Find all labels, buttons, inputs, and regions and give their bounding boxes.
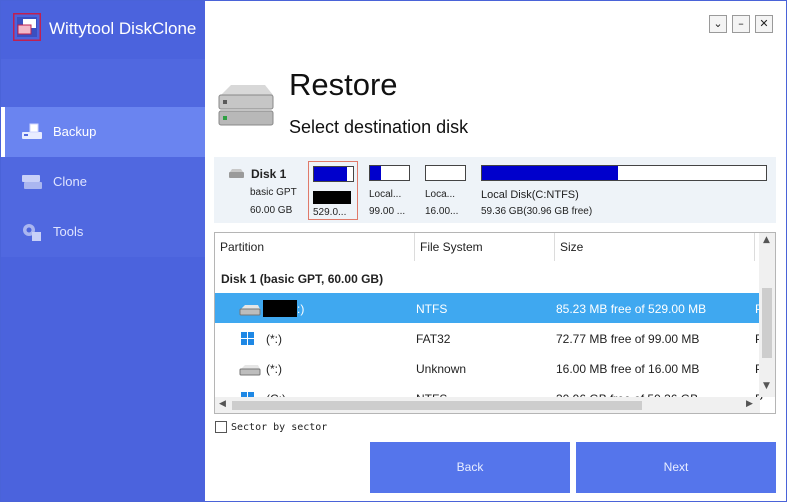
partition-size: 529.0... — [313, 207, 347, 218]
brand: Wittytool DiskClone — [1, 1, 205, 59]
partition-label: Local... — [369, 189, 402, 200]
app-title: Wittytool DiskClone — [49, 19, 197, 38]
table-header: Partition File System Size — [215, 233, 760, 261]
partition-block[interactable]: Local... 99.00 ... — [365, 161, 413, 220]
disk-info: Disk 1 basic GPT 60.00 GB — [214, 157, 306, 223]
partition-size: 99.00 ... — [369, 206, 406, 217]
partition-usage-bar — [425, 165, 466, 181]
horizontal-scrollbar[interactable]: ◀ ▶ — [215, 397, 760, 413]
scroll-down-icon[interactable]: ▼ — [763, 381, 770, 391]
redacted-label — [313, 191, 351, 204]
app-logo-icon — [13, 13, 41, 41]
sidebar-item-clone[interactable]: Clone — [1, 157, 205, 207]
partition-block[interactable]: Local Disk(C:NTFS) 59.36 GB(30.96 GB fre… — [477, 161, 770, 220]
partition-table: Partition File System Size Disk 1 (basic… — [214, 232, 776, 414]
partition-label: Local Disk(C:NTFS) — [481, 189, 579, 201]
scroll-left-icon[interactable]: ◀ — [219, 399, 226, 409]
partition-size: 59.36 GB(30.96 GB free) — [481, 206, 593, 217]
partition-block[interactable]: 529.0... — [308, 161, 358, 220]
drive-icon — [239, 365, 261, 376]
backup-icon — [22, 123, 42, 139]
sidebar-item-label: Backup — [53, 124, 97, 139]
column-header-file-system[interactable]: File System — [415, 233, 555, 261]
vertical-scrollbar[interactable]: ▲ ▼ — [759, 233, 775, 397]
partition-name: :) — [297, 302, 305, 316]
windows-icon — [241, 332, 254, 345]
restore-button[interactable]: ⌄ — [709, 15, 727, 33]
partition-name: (*:) — [266, 362, 282, 376]
table-row[interactable]: (*:) Unknown 16.00 MB free of 16.00 MB P — [215, 353, 763, 383]
close-button[interactable]: ✕ — [755, 15, 773, 33]
sector-by-sector-checkbox[interactable] — [215, 421, 227, 433]
partition-usage-bar — [369, 165, 410, 181]
column-header-size[interactable]: Size — [555, 233, 755, 261]
partition-name: (*:) — [266, 332, 282, 346]
file-system: FAT32 — [416, 332, 451, 346]
table-row[interactable]: (*:) FAT32 72.77 MB free of 99.00 MB P — [215, 323, 763, 353]
partition-usage-bar — [481, 165, 767, 181]
sidebar-lower-panel — [1, 257, 205, 501]
sidebar-item-tools[interactable]: Tools — [1, 207, 205, 257]
scroll-up-icon[interactable]: ▲ — [763, 235, 770, 245]
partition-size: 16.00... — [425, 206, 459, 217]
back-button[interactable]: Back — [370, 442, 570, 493]
partition-usage-bar — [313, 166, 354, 182]
column-header-partition[interactable]: Partition — [215, 233, 415, 261]
app-window: Wittytool DiskClone Backup Clone Tools ⌄… — [0, 0, 787, 502]
size-info: 16.00 MB free of 16.00 MB — [556, 362, 700, 376]
tools-icon — [23, 224, 41, 241]
file-system: Unknown — [416, 362, 467, 376]
disk-size: 60.00 GB — [250, 205, 293, 216]
horizontal-scroll-thumb[interactable] — [232, 401, 642, 410]
sector-by-sector-label: Sector by sector — [231, 422, 328, 433]
sidebar-item-label: Tools — [53, 224, 84, 239]
table-row[interactable]: :) NTFS 85.23 MB free of 529.00 MB P — [215, 293, 763, 323]
partition-block[interactable]: Loca... 16.00... — [421, 161, 469, 220]
scroll-right-icon[interactable]: ▶ — [746, 399, 753, 409]
clone-icon — [22, 175, 42, 189]
sidebar-item-backup[interactable]: Backup — [1, 107, 205, 157]
drive-icon — [239, 305, 261, 316]
restore-disk-icon — [218, 85, 274, 126]
size-info: 72.77 MB free of 99.00 MB — [556, 332, 700, 346]
partition-label: Loca... — [425, 189, 456, 200]
disk-group-header: Disk 1 (basic GPT, 60.00 GB) — [221, 272, 384, 286]
page-title: Restore — [289, 67, 398, 102]
page-subtitle: Select destination disk — [289, 117, 469, 137]
sidebar-item-label: Clone — [53, 174, 87, 189]
disk-type: basic GPT — [250, 187, 297, 198]
disk-name: Disk 1 — [251, 167, 287, 181]
disk-icon — [229, 169, 244, 178]
minimize-button[interactable]: – — [732, 15, 750, 33]
size-info: 85.23 MB free of 529.00 MB — [556, 302, 707, 316]
file-system: NTFS — [416, 302, 448, 316]
vertical-scroll-thumb[interactable] — [762, 288, 772, 358]
sidebar: Wittytool DiskClone Backup Clone Tools — [1, 1, 205, 501]
next-button[interactable]: Next — [576, 442, 776, 493]
redacted-label — [263, 300, 297, 317]
disk-map: Disk 1 basic GPT 60.00 GB 529.0... Local… — [214, 157, 776, 223]
